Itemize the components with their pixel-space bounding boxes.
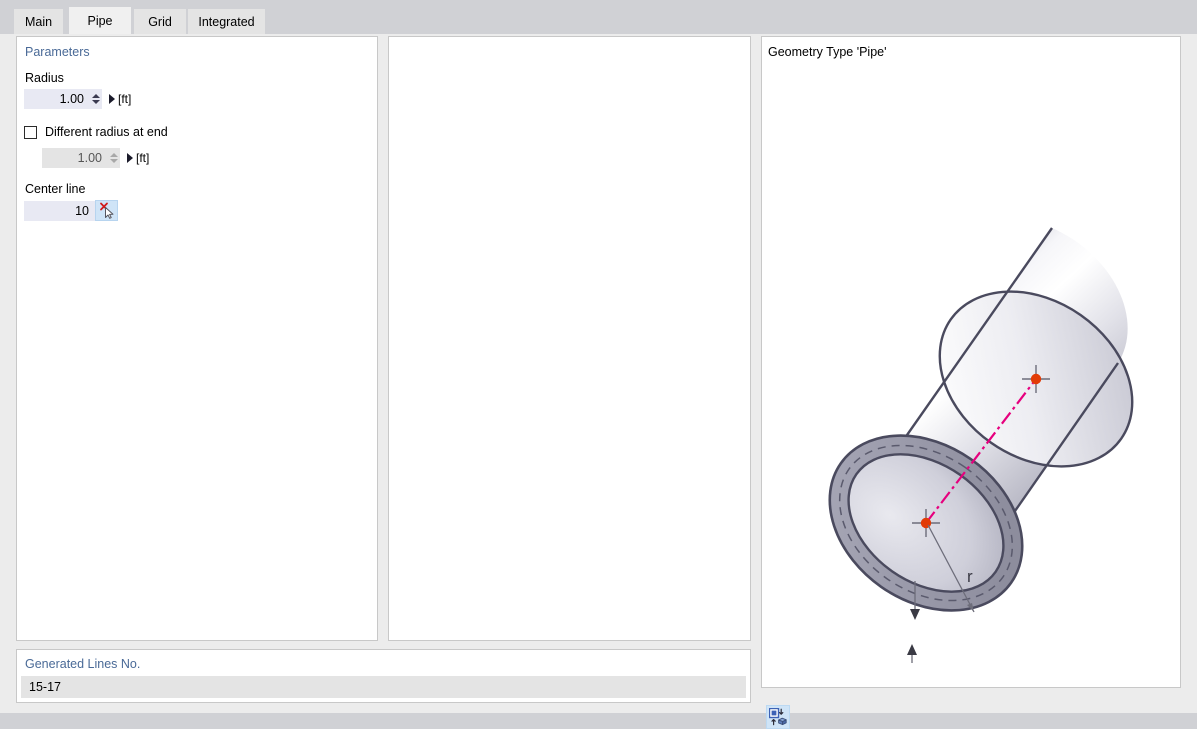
radius-value: 1.00 xyxy=(59,92,84,106)
tab-pipe-label: Pipe xyxy=(87,13,113,28)
pipe-geometry-illustration: r xyxy=(828,227,1134,663)
center-line-input[interactable]: 10 xyxy=(24,201,96,221)
generated-lines-value[interactable]: 15-17 xyxy=(21,676,746,698)
radius-unit: [ft] xyxy=(118,92,132,106)
import-export-objects-icon xyxy=(769,708,787,726)
chevron-up-icon[interactable] xyxy=(110,153,118,157)
import-export-button[interactable] xyxy=(766,705,790,729)
different-radius-checkbox-row[interactable]: Different radius at end xyxy=(24,125,168,139)
radius-input[interactable]: 1.00 xyxy=(24,89,102,109)
radius-label: Radius xyxy=(25,71,64,85)
different-radius-value: 1.00 xyxy=(77,151,102,165)
different-radius-checkbox[interactable] xyxy=(24,125,37,139)
tab-pipe[interactable]: Pipe xyxy=(69,7,131,34)
pipe-geometry-window: Main Pipe Grid Integrated Parameters Rad… xyxy=(0,0,1197,729)
different-radius-unit: [ft] xyxy=(136,151,150,165)
preview-title: Geometry Type 'Pipe' xyxy=(768,45,887,59)
tab-integrated[interactable]: Integrated xyxy=(188,9,265,34)
chevron-down-icon[interactable] xyxy=(110,159,118,163)
radius-dimension-label: r xyxy=(967,567,973,586)
radius-spinner[interactable] xyxy=(90,90,102,108)
center-line-label: Center line xyxy=(25,182,86,196)
panel-container: Parameters Radius 1.00 [ft] Different ra… xyxy=(0,34,1197,729)
generated-lines-panel: Generated Lines No. 15-17 xyxy=(16,649,751,703)
different-radius-label: Different radius at end xyxy=(45,125,168,139)
different-radius-expand-icon[interactable] xyxy=(127,153,133,163)
parameters-group-title: Parameters xyxy=(25,45,90,59)
tab-main-label: Main xyxy=(24,14,53,29)
chevron-down-icon[interactable] xyxy=(92,100,100,104)
tab-integrated-label: Integrated xyxy=(198,14,255,29)
tab-bar: Main Pipe Grid Integrated xyxy=(0,0,1197,34)
chevron-up-icon[interactable] xyxy=(92,94,100,98)
tab-grid-label: Grid xyxy=(148,14,172,29)
parameters-panel: Parameters Radius 1.00 [ft] Different ra… xyxy=(16,36,378,641)
different-radius-spinner[interactable] xyxy=(108,149,120,167)
generated-lines-label: Generated Lines No. xyxy=(25,657,141,671)
tab-grid[interactable]: Grid xyxy=(134,9,186,34)
center-line-pick-button[interactable] xyxy=(95,200,118,221)
secondary-panel xyxy=(388,36,751,641)
tab-main[interactable]: Main xyxy=(14,9,63,34)
pick-deselect-cursor-icon xyxy=(99,202,113,219)
preview-panel: Geometry Type 'Pipe' r xyxy=(761,36,1181,688)
different-radius-input[interactable]: 1.00 xyxy=(42,148,120,168)
radius-expand-icon[interactable] xyxy=(109,94,115,104)
